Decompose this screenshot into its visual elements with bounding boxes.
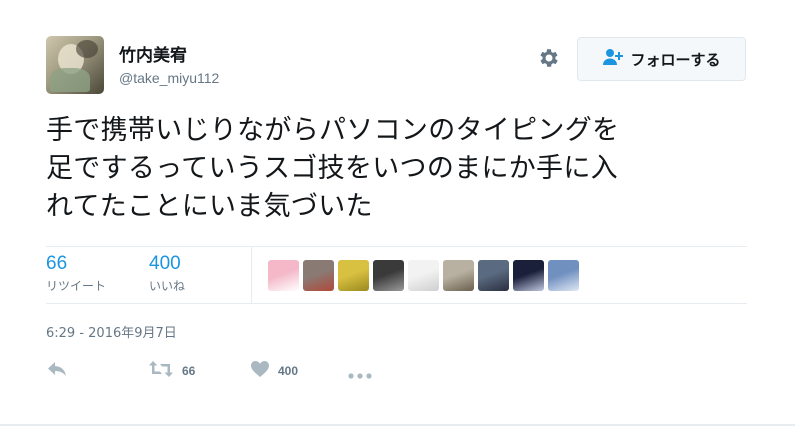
liker-avatar[interactable] bbox=[443, 260, 474, 291]
liker-avatar[interactable] bbox=[548, 260, 579, 291]
more-icon bbox=[348, 365, 372, 384]
reply-button[interactable] bbox=[46, 360, 68, 382]
stats-separator bbox=[251, 247, 252, 303]
like-count: 400 bbox=[149, 253, 181, 274]
liker-avatar[interactable] bbox=[513, 260, 544, 291]
liker-avatar[interactable] bbox=[338, 260, 369, 291]
heart-icon bbox=[250, 360, 270, 382]
liker-avatar[interactable] bbox=[268, 260, 299, 291]
divider bbox=[46, 303, 747, 304]
user-screen-name[interactable]: @take_miyu112 bbox=[119, 70, 219, 86]
liker-avatars bbox=[268, 260, 579, 291]
liker-avatar[interactable] bbox=[478, 260, 509, 291]
retweet-icon bbox=[148, 360, 174, 382]
retweet-label: リツイート bbox=[46, 279, 107, 293]
liker-avatar[interactable] bbox=[373, 260, 404, 291]
retweet-button[interactable]: 66 bbox=[148, 360, 195, 382]
user-display-name[interactable]: 竹内美宥 bbox=[119, 41, 187, 66]
tweet-text-line: 足でするっていうスゴ技をいつのまにか手に入 bbox=[46, 153, 618, 184]
tweet-text-line: 手で携帯いじりながらパソコンのタイピングを bbox=[46, 115, 620, 146]
divider bbox=[46, 246, 747, 247]
retweet-stat[interactable]: 66 リツイート bbox=[46, 252, 106, 296]
tweet-timestamp[interactable]: 6:29 - 2016年9月7日 bbox=[46, 322, 177, 341]
like-button[interactable]: 400 bbox=[250, 360, 298, 382]
retweet-action-count: 66 bbox=[182, 364, 196, 378]
tweet-text: 手で携帯いじりながらパソコンのタイピングを 足でするっていうスゴ技をいつのまにか… bbox=[46, 112, 766, 226]
more-button[interactable] bbox=[348, 365, 372, 384]
retweet-count: 66 bbox=[46, 253, 68, 274]
add-user-icon bbox=[602, 48, 624, 70]
liker-avatar[interactable] bbox=[303, 260, 334, 291]
gear-icon[interactable] bbox=[537, 46, 561, 70]
follow-button[interactable]: フォローする bbox=[577, 37, 746, 81]
like-label: いいね bbox=[149, 279, 186, 293]
like-action-count: 400 bbox=[278, 364, 299, 378]
follow-button-label: フォローする bbox=[630, 50, 721, 69]
avatar[interactable] bbox=[46, 36, 104, 94]
liker-avatar[interactable] bbox=[408, 260, 439, 291]
like-stat[interactable]: 400 いいね bbox=[149, 252, 185, 296]
reply-icon bbox=[46, 360, 68, 382]
tweet-text-line: れてたことにいま気づいた bbox=[46, 191, 373, 222]
